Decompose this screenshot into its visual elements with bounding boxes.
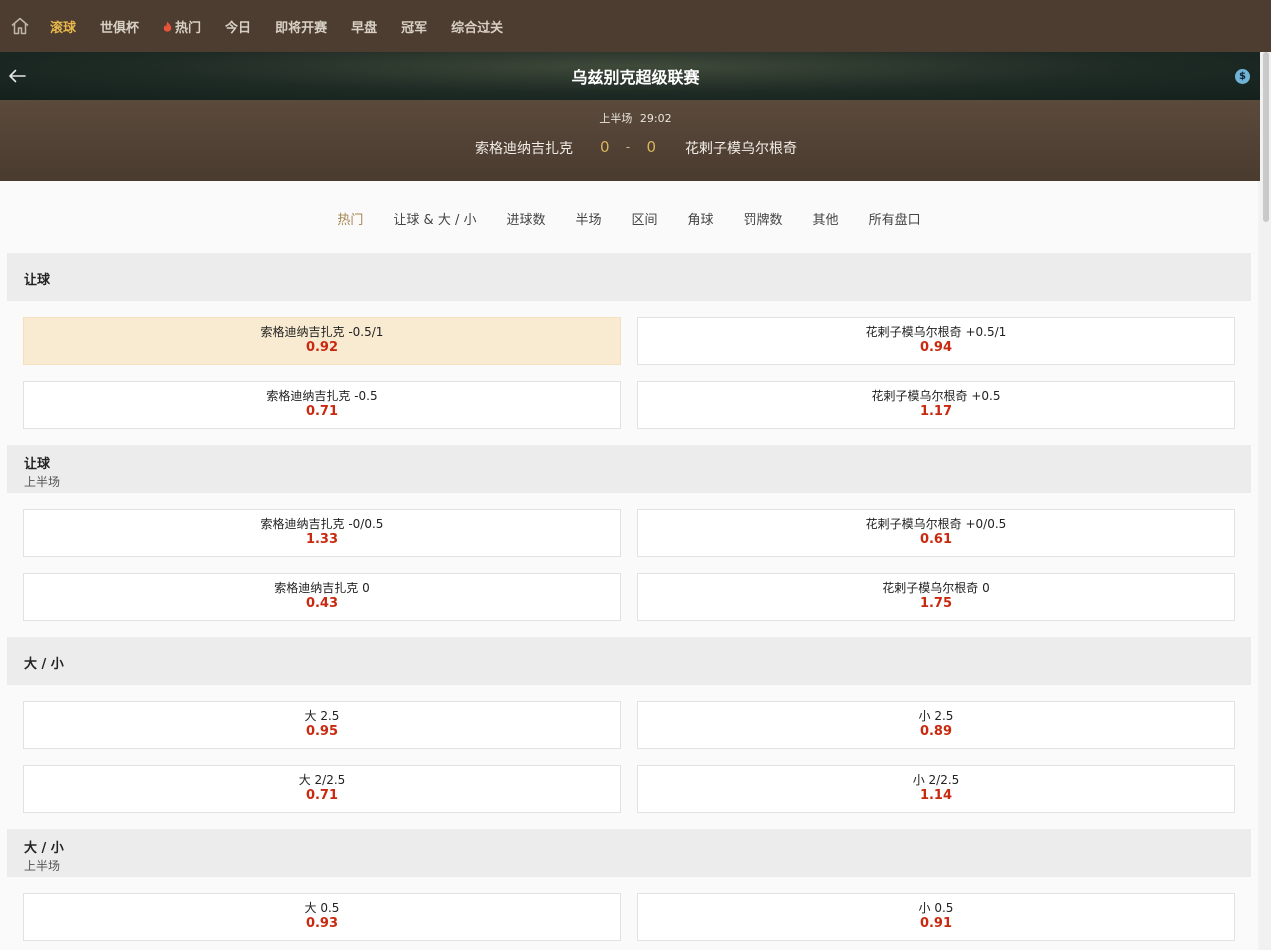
bet-odds: 0.93 bbox=[305, 916, 339, 931]
bet-label: 小 0.5 bbox=[918, 901, 954, 915]
fire-icon bbox=[163, 21, 172, 32]
nav-item-label: 热门 bbox=[175, 20, 202, 36]
nav-item-label: 即将开赛 bbox=[275, 20, 328, 36]
bet-option[interactable]: 索格迪纳吉扎克 0 0.43 bbox=[23, 573, 621, 621]
nav-item-club-world-cup[interactable]: 世俱杯 bbox=[100, 17, 139, 36]
bet-odds: 0.71 bbox=[305, 404, 339, 419]
tab-handicap-total[interactable]: 让球 & 大 / 小 bbox=[393, 209, 476, 228]
bet-label: 索格迪纳吉扎克 -0.5 bbox=[266, 389, 378, 403]
tab-cards[interactable]: 罚牌数 bbox=[744, 209, 783, 228]
section-header-handicap: 让球 bbox=[7, 253, 1251, 301]
bet-odds: 0.95 bbox=[305, 724, 339, 739]
bet-option[interactable]: 花剌子模乌尔根奇 +0.5/1 0.94 bbox=[637, 317, 1235, 365]
score-panel: 上半场 29:02 索格迪纳吉扎克 0 - 0 花剌子模乌尔根奇 bbox=[0, 100, 1271, 181]
nav-item-today[interactable]: 今日 bbox=[225, 17, 251, 36]
bet-option[interactable]: 小 2/2.5 1.14 bbox=[637, 765, 1235, 813]
nav-item-live[interactable]: 滚球 bbox=[50, 17, 76, 36]
nav-item-label: 综合过关 bbox=[451, 20, 504, 36]
match-period: 上半场 29:02 bbox=[0, 110, 1271, 126]
markets-content: 热门 让球 & 大 / 小 进球数 半场 区间 角球 罚牌数 其他 所有盘口 让… bbox=[0, 181, 1258, 950]
nav-item-early[interactable]: 早盘 bbox=[351, 17, 377, 36]
bet-option[interactable]: 索格迪纳吉扎克 -0.5 0.71 bbox=[23, 381, 621, 429]
bet-label: 小 2.5 bbox=[918, 709, 954, 723]
home-score: 0 bbox=[600, 138, 610, 156]
bet-odds: 1.14 bbox=[919, 788, 953, 803]
nav-item-label: 世俱杯 bbox=[100, 20, 140, 36]
bet-option[interactable]: 索格迪纳吉扎克 -0/0.5 1.33 bbox=[23, 509, 621, 557]
league-header: 乌兹别克超级联赛 $ bbox=[0, 52, 1271, 100]
bet-option[interactable]: 小 0.5 0.91 bbox=[637, 893, 1235, 941]
period-label: 上半场 bbox=[599, 112, 633, 125]
match-clock: 29:02 bbox=[639, 112, 672, 125]
bet-odds: 1.75 bbox=[919, 596, 953, 611]
bet-odds: 0.43 bbox=[305, 596, 339, 611]
tab-goals[interactable]: 进球数 bbox=[506, 209, 545, 228]
bet-option[interactable]: 大 2/2.5 0.71 bbox=[23, 765, 621, 813]
section-header-over-under: 大 / 小 bbox=[7, 637, 1251, 685]
tab-half[interactable]: 半场 bbox=[575, 209, 601, 228]
back-arrow-icon[interactable] bbox=[6, 64, 28, 88]
tab-corners[interactable]: 角球 bbox=[688, 209, 714, 228]
section-title: 让球 bbox=[24, 273, 51, 288]
nav-item-parlay[interactable]: 综合过关 bbox=[451, 17, 503, 36]
scoreboard: 0 - 0 bbox=[600, 138, 656, 156]
bet-label: 索格迪纳吉扎克 0 bbox=[274, 581, 370, 595]
bet-label: 大 2.5 bbox=[304, 709, 340, 723]
tab-interval[interactable]: 区间 bbox=[632, 209, 658, 228]
nav-item-outright[interactable]: 冠军 bbox=[401, 17, 427, 36]
tab-hot[interactable]: 热门 bbox=[337, 209, 363, 228]
nav-item-label: 冠军 bbox=[401, 20, 428, 36]
home-icon[interactable] bbox=[2, 0, 38, 52]
scrollbar-thumb[interactable] bbox=[1263, 52, 1269, 222]
league-title: 乌兹别克超级联赛 bbox=[571, 68, 700, 87]
bet-label: 大 0.5 bbox=[304, 901, 340, 915]
section-subtitle: 上半场 bbox=[24, 475, 61, 489]
bet-option[interactable]: 小 2.5 0.89 bbox=[637, 701, 1235, 749]
bet-odds: 0.71 bbox=[305, 788, 339, 803]
bet-option[interactable]: 大 2.5 0.95 bbox=[23, 701, 621, 749]
bet-label: 大 2/2.5 bbox=[298, 773, 346, 787]
bet-odds: 0.92 bbox=[305, 340, 339, 355]
nav-item-label: 滚球 bbox=[50, 20, 77, 36]
away-score: 0 bbox=[646, 138, 656, 156]
bet-label: 花剌子模乌尔根奇 +0/0.5 bbox=[865, 517, 1007, 531]
bet-odds: 0.89 bbox=[919, 724, 953, 739]
nav-item-label: 今日 bbox=[225, 20, 252, 36]
section-header-handicap-first-half: 让球 上半场 bbox=[7, 445, 1251, 493]
scrollbar[interactable] bbox=[1260, 52, 1271, 950]
currency-icon[interactable]: $ bbox=[1235, 69, 1250, 84]
section-title: 大 / 小 bbox=[24, 841, 64, 856]
tab-other[interactable]: 其他 bbox=[813, 209, 839, 228]
bet-option[interactable]: 花剌子模乌尔根奇 0 1.75 bbox=[637, 573, 1235, 621]
bet-label: 索格迪纳吉扎克 -0/0.5 bbox=[260, 517, 384, 531]
bet-odds: 0.61 bbox=[919, 532, 953, 547]
market-tabs: 热门 让球 & 大 / 小 进球数 半场 区间 角球 罚牌数 其他 所有盘口 bbox=[0, 209, 1258, 228]
bet-label: 索格迪纳吉扎克 -0.5/1 bbox=[260, 325, 384, 339]
nav-item-hot[interactable]: 热门 bbox=[163, 17, 201, 36]
bet-label: 花剌子模乌尔根奇 0 bbox=[882, 581, 990, 595]
section-header-over-under-first-half: 大 / 小 上半场 bbox=[7, 829, 1251, 877]
bet-option[interactable]: 花剌子模乌尔根奇 +0/0.5 0.61 bbox=[637, 509, 1235, 557]
tab-all-markets[interactable]: 所有盘口 bbox=[869, 209, 921, 228]
bet-label: 小 2/2.5 bbox=[912, 773, 960, 787]
nav-item-upcoming[interactable]: 即将开赛 bbox=[275, 17, 327, 36]
bet-odds: 0.94 bbox=[919, 340, 953, 355]
top-nav: 滚球 世俱杯 热门 今日 即将开赛 早盘 冠军 综合过关 bbox=[0, 0, 1271, 52]
bet-label: 花剌子模乌尔根奇 +0.5/1 bbox=[865, 325, 1007, 339]
bet-odds: 0.91 bbox=[919, 916, 953, 931]
bet-option[interactable]: 索格迪纳吉扎克 -0.5/1 0.92 bbox=[23, 317, 621, 365]
nav-item-label: 早盘 bbox=[351, 20, 378, 36]
section-title: 大 / 小 bbox=[24, 657, 64, 672]
score-separator: - bbox=[625, 140, 631, 154]
section-title: 让球 bbox=[24, 457, 51, 472]
away-team-name: 花剌子模乌尔根奇 bbox=[685, 141, 797, 157]
bet-odds: 1.33 bbox=[305, 532, 339, 547]
bet-odds: 1.17 bbox=[919, 404, 953, 419]
section-subtitle: 上半场 bbox=[24, 859, 61, 873]
home-team-name: 索格迪纳吉扎克 bbox=[475, 141, 573, 157]
bet-option[interactable]: 花剌子模乌尔根奇 +0.5 1.17 bbox=[637, 381, 1235, 429]
bet-option[interactable]: 大 0.5 0.93 bbox=[23, 893, 621, 941]
bet-label: 花剌子模乌尔根奇 +0.5 bbox=[871, 389, 1001, 403]
